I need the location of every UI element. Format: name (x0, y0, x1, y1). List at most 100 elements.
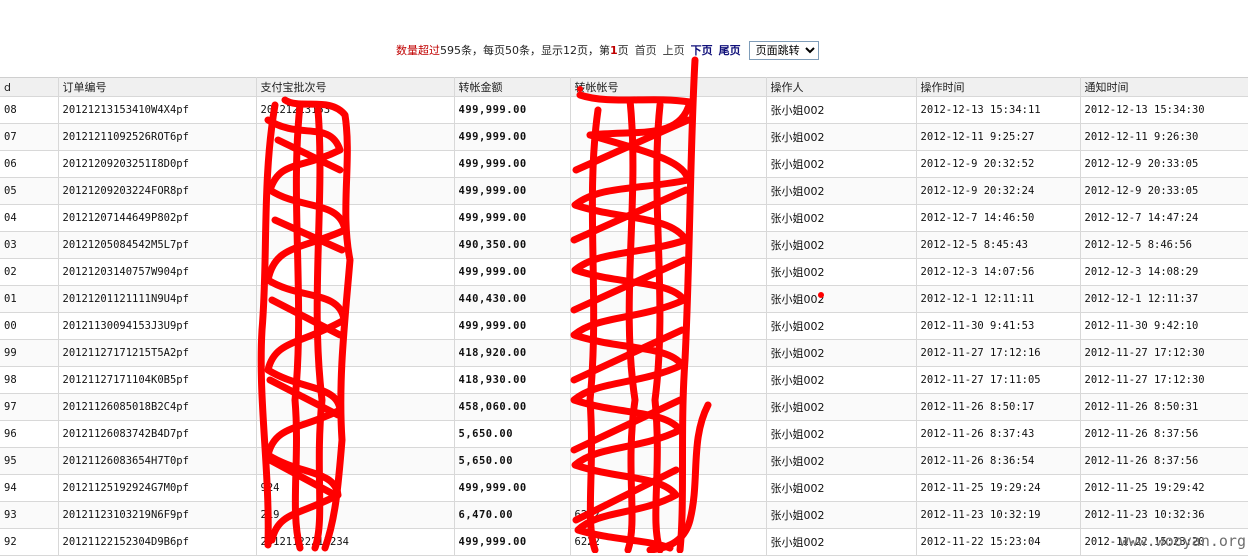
cell-op-time: 2012-11-22 15:23:04 (916, 528, 1081, 556)
cell-order-no: 20121130094153J3U9pf (58, 312, 257, 340)
table-row: 07 20121211092526ROT6pf 499,999.00 张小姐002 20… (0, 123, 1248, 151)
cell-order-no: 20121209203224FOR8pf (58, 177, 257, 205)
cell-notify-time: 2012-11-25 19:29:42 (1080, 474, 1248, 502)
cell-order-no: 20121203140757W904pf (58, 258, 257, 286)
table-row: 94 20121125192924G7M0pf 924 499,999.00 张小姐00… (0, 474, 1248, 502)
cell-alipay-batch: 20121122215234 (256, 528, 455, 556)
table-row: 00 20121130094153J3U9pf 499,999.00 张小姐002 20… (0, 312, 1248, 340)
table-row: 98 20121127171104K0B5pf 418,930.00 张小姐002 20… (0, 366, 1248, 394)
cell-alipay-batch (256, 339, 455, 367)
cell-alipay-batch (256, 204, 455, 232)
cell-notify-time: 2012-11-26 8:50:31 (1080, 393, 1248, 421)
cell-account (570, 285, 767, 313)
cell-operator: 张小姐002 (766, 447, 917, 475)
cell-op-time: 2012-11-27 17:11:05 (916, 366, 1081, 394)
cell-op-time: 2012-11-23 10:32:19 (916, 501, 1081, 529)
cell-amount: 499,999.00 (454, 177, 571, 205)
cell-amount: 440,430.00 (454, 285, 571, 313)
cell-order-no: 20121123103219N6F9pf (58, 501, 257, 529)
cell-notify-time: 2012-12-5 8:46:56 (1080, 231, 1248, 259)
cell-order-no: 20121126083742B4D7pf (58, 420, 257, 448)
cell-notify-time: 2012-11-30 9:42:10 (1080, 312, 1248, 340)
cell-order-no: 20121211092526ROT6pf (58, 123, 257, 151)
cell-amount: 499,999.00 (454, 312, 571, 340)
cell-amount: 499,999.00 (454, 258, 571, 286)
table-row: 02 20121203140757W904pf 499,999.00 张小姐002 20… (0, 258, 1248, 286)
table-row: 96 20121126083742B4D7pf 5,650.00 张小姐002 2012… (0, 420, 1248, 448)
first-page-link[interactable]: 首页 (635, 42, 657, 58)
cell-alipay-batch (256, 123, 455, 151)
cell-alipay-batch (256, 231, 455, 259)
last-page-link[interactable]: 尾页 (719, 42, 741, 58)
cell-alipay-batch (256, 447, 455, 475)
cell-notify-time: 2012-12-9 20:33:05 (1080, 150, 1248, 178)
cell-order-no: 20121122152304D9B6pf (58, 528, 257, 556)
cell-operator: 张小姐002 (766, 150, 917, 178)
current-page-number: 1 (610, 43, 618, 57)
cell-id: 97 (0, 393, 59, 421)
cell-amount: 499,999.00 (454, 528, 571, 556)
cell-amount: 5,650.00 (454, 420, 571, 448)
total-count-label: 数量超过 (396, 44, 440, 57)
cell-alipay-batch (256, 258, 455, 286)
cell-alipay-batch: 219 (256, 501, 455, 529)
cell-account (570, 231, 767, 259)
cell-account (570, 96, 767, 124)
cell-id: 93 (0, 501, 59, 529)
cell-amount: 499,999.00 (454, 474, 571, 502)
cell-id: 02 (0, 258, 59, 286)
cell-op-time: 2012-12-9 20:32:24 (916, 177, 1081, 205)
cell-id: 04 (0, 204, 59, 232)
page-suffix: 页 (617, 44, 629, 57)
col-header-alipay-batch: 支付宝批次号 (256, 77, 455, 97)
cell-op-time: 2012-12-1 12:11:11 (916, 285, 1081, 313)
cell-id: 05 (0, 177, 59, 205)
cell-op-time: 2012-11-25 19:29:24 (916, 474, 1081, 502)
cell-notify-time: 2012-12-1 12:11:37 (1080, 285, 1248, 313)
cell-operator: 张小姐002 (766, 231, 917, 259)
cell-amount: 418,930.00 (454, 366, 571, 394)
cell-order-no: 20121207144649P802pf (58, 204, 257, 232)
cell-account: 6222 (570, 528, 767, 556)
cell-operator: 张小姐002 (766, 177, 917, 205)
cell-amount: 499,999.00 (454, 96, 571, 124)
cell-op-time: 2012-12-5 8:45:43 (916, 231, 1081, 259)
cell-order-no: 20121127171104K0B5pf (58, 366, 257, 394)
cell-operator: 张小姐002 (766, 285, 917, 313)
cell-id: 08 (0, 96, 59, 124)
cell-op-time: 2012-11-30 9:41:53 (916, 312, 1081, 340)
prev-page-link[interactable]: 上页 (663, 42, 685, 58)
cell-account (570, 123, 767, 151)
cell-amount: 418,920.00 (454, 339, 571, 367)
table-row: 01 20121201121111N9U4pf 440,430.00 张小姐002 20… (0, 285, 1248, 313)
cell-account (570, 177, 767, 205)
cell-id: 07 (0, 123, 59, 151)
table-row: 99 20121127171215T5A2pf 418,920.00 张小姐002 20… (0, 339, 1248, 367)
cell-operator: 张小姐002 (766, 474, 917, 502)
cell-alipay-batch (256, 366, 455, 394)
cell-alipay-batch (256, 150, 455, 178)
cell-operator: 张小姐002 (766, 393, 917, 421)
cell-op-time: 2012-11-27 17:12:16 (916, 339, 1081, 367)
cell-order-no: 20121125192924G7M0pf (58, 474, 257, 502)
cell-alipay-batch: 20121213153 (256, 96, 455, 124)
table-row: 93 20121123103219N6F9pf 219 6,470.00 6222 张小姐… (0, 501, 1248, 529)
cell-notify-time: 2012-12-13 15:34:30 (1080, 96, 1248, 124)
cell-order-no: 20121126085018B2C4pf (58, 393, 257, 421)
cell-id: 01 (0, 285, 59, 313)
cell-account (570, 474, 767, 502)
page-jump-select[interactable]: 页面跳转 (748, 40, 819, 60)
col-header-operator: 操作人 (766, 77, 917, 97)
cell-operator: 张小姐002 (766, 366, 917, 394)
cell-amount: 458,060.00 (454, 393, 571, 421)
next-page-link[interactable]: 下页 (691, 42, 713, 58)
cell-op-time: 2012-12-7 14:46:50 (916, 204, 1081, 232)
cell-notify-time: 2012-11-27 17:12:30 (1080, 366, 1248, 394)
cell-id: 99 (0, 339, 59, 367)
cell-account (570, 204, 767, 232)
cell-amount: 499,999.00 (454, 123, 571, 151)
col-header-notify-time: 通知时间 (1080, 77, 1248, 97)
cell-order-no: 20121127171215T5A2pf (58, 339, 257, 367)
cell-amount: 490,350.00 (454, 231, 571, 259)
table-row: 06 20121209203251I8D0pf 499,999.00 张小姐002 20… (0, 150, 1248, 178)
